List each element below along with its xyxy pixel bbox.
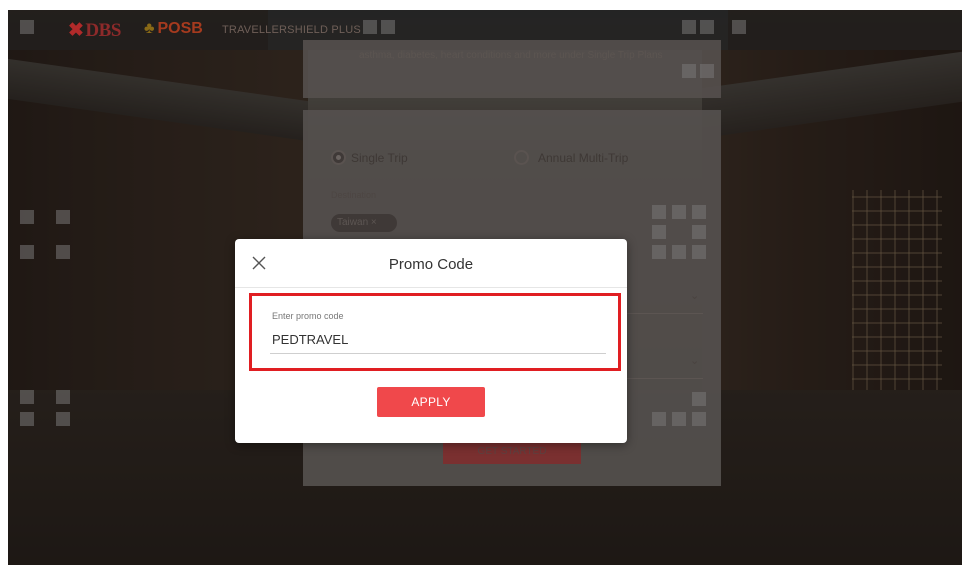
decorative-tile <box>732 20 746 34</box>
decorative-tile <box>692 225 706 239</box>
chevron-down-icon[interactable]: ⌄ <box>690 354 699 367</box>
decorative-tile <box>692 245 706 259</box>
decorative-tile <box>672 205 686 219</box>
decorative-tile <box>20 412 34 426</box>
decorative-tile <box>692 205 706 219</box>
decorative-tile <box>56 412 70 426</box>
decorative-tile <box>652 245 666 259</box>
decorative-tile <box>700 64 714 78</box>
destination-chip[interactable]: Taiwan × <box>331 214 397 232</box>
promo-code-label: Enter promo code <box>272 311 344 321</box>
annual-multi-trip-label: Annual Multi-Trip <box>538 151 629 165</box>
decorative-tile <box>20 210 34 224</box>
decorative-tile <box>692 392 706 406</box>
get-started-button[interactable]: GET STARTED <box>443 440 581 464</box>
destination-label: Destination <box>331 190 377 200</box>
decorative-tile <box>700 20 714 34</box>
annual-multi-trip-radio[interactable] <box>514 150 529 165</box>
decorative-tile <box>682 20 696 34</box>
promo-code-modal: Promo Code Enter promo code APPLY <box>235 239 627 443</box>
dbs-logo[interactable]: ✖ DBS <box>68 19 121 42</box>
decorative-tile <box>672 412 686 426</box>
promo-code-highlight: Enter promo code <box>249 293 621 371</box>
promo-code-input[interactable] <box>270 325 606 354</box>
single-trip-label: Single Trip <box>351 151 408 165</box>
decorative-tile <box>56 245 70 259</box>
apply-button[interactable]: APPLY <box>377 387 485 417</box>
chevron-down-icon[interactable]: ⌄ <box>690 289 699 302</box>
modal-title: Promo Code <box>388 256 474 273</box>
decorative-tile <box>682 64 696 78</box>
single-trip-radio[interactable] <box>331 150 346 165</box>
decorative-tile <box>692 412 706 426</box>
info-text: asthma, diabetes, heart conditions and m… <box>359 50 663 61</box>
decorative-tile <box>20 20 34 34</box>
decorative-tile <box>363 20 377 34</box>
posb-logo[interactable]: ♣ POSB <box>144 20 203 38</box>
product-name: TRAVELLERSHIELD PLUS <box>222 24 361 36</box>
info-card: asthma, diabetes, heart conditions and m… <box>303 40 721 98</box>
decorative-tile <box>56 390 70 404</box>
modal-divider <box>235 287 627 288</box>
decorative-tile <box>56 210 70 224</box>
decorative-tile <box>652 205 666 219</box>
decorative-tile <box>652 412 666 426</box>
decorative-tile <box>672 245 686 259</box>
decorative-tile <box>652 225 666 239</box>
decorative-tile <box>20 390 34 404</box>
decorative-tile <box>381 20 395 34</box>
decorative-tile <box>20 245 34 259</box>
